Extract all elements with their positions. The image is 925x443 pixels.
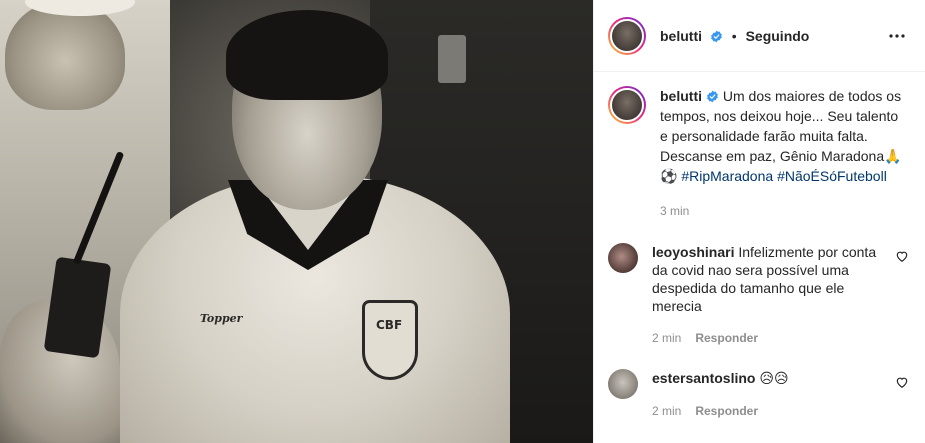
comment-item: estersantoslino 😥😥 2 min Responder bbox=[608, 369, 909, 420]
comment-item: leoyoshinari Infelizmente por conta da c… bbox=[608, 243, 909, 347]
hashtag-link[interactable]: #NãoÉSóFuteboll bbox=[777, 168, 887, 184]
caption-timestamp[interactable]: 3 min bbox=[660, 204, 689, 218]
reply-button[interactable]: Responder bbox=[695, 331, 758, 345]
comment-meta: 2 min Responder bbox=[652, 329, 883, 347]
comment-body: estersantoslino 😥😥 2 min Responder bbox=[652, 369, 895, 420]
header-separator: • bbox=[731, 27, 737, 44]
comment-timestamp[interactable]: 2 min bbox=[652, 331, 681, 345]
more-options-button[interactable] bbox=[885, 24, 909, 48]
verified-badge-icon bbox=[711, 30, 722, 42]
commenter-avatar[interactable] bbox=[608, 369, 638, 399]
comments-list[interactable]: belutti Um dos maiores de todos os tempo… bbox=[594, 72, 925, 443]
comment-text: 😥😥 bbox=[759, 371, 789, 387]
photo-player-hair bbox=[226, 10, 388, 100]
verified-badge-icon bbox=[707, 90, 718, 103]
post-caption: belutti Um dos maiores de todos os tempo… bbox=[608, 86, 909, 221]
photo-jersey-crest bbox=[362, 300, 418, 380]
author-info: belutti • Seguindo bbox=[660, 28, 885, 44]
caption-author-avatar[interactable] bbox=[608, 86, 646, 124]
heart-icon[interactable] bbox=[895, 375, 909, 389]
post-side-panel: belutti • Seguindo belutti Um dos maiore… bbox=[593, 0, 925, 443]
photo-brand-text: Topper bbox=[200, 312, 243, 325]
soccer-ball-icon: ⚽ bbox=[660, 169, 678, 185]
heart-icon[interactable] bbox=[895, 249, 909, 263]
author-username[interactable]: belutti bbox=[660, 28, 702, 44]
post-header: belutti • Seguindo bbox=[594, 0, 925, 72]
more-options-icon bbox=[889, 33, 905, 38]
photo-crest-text: CBF bbox=[376, 318, 403, 332]
post-photo[interactable]: CBF Topper bbox=[0, 0, 593, 443]
reply-button[interactable]: Responder bbox=[695, 404, 758, 418]
comment-timestamp[interactable]: 2 min bbox=[652, 404, 681, 418]
commenter-avatar[interactable] bbox=[608, 243, 638, 273]
caption-body: belutti Um dos maiores de todos os tempo… bbox=[660, 86, 909, 221]
commenter-username[interactable]: leoyoshinari bbox=[652, 244, 734, 260]
caption-author-username[interactable]: belutti bbox=[660, 88, 702, 104]
author-avatar[interactable] bbox=[608, 16, 646, 55]
caption-meta: 3 min bbox=[660, 201, 909, 221]
commenter-username[interactable]: estersantoslino bbox=[652, 370, 755, 386]
following-button[interactable]: Seguindo bbox=[746, 28, 810, 44]
hashtag-link[interactable]: #RipMaradona bbox=[681, 168, 773, 184]
comment-meta: 2 min Responder bbox=[652, 402, 883, 420]
instagram-post: CBF Topper belutti • Seguindo belutti Um… bbox=[0, 0, 925, 443]
photo-officer-epaulette bbox=[438, 35, 466, 83]
comment-body: leoyoshinari Infelizmente por conta da c… bbox=[652, 243, 895, 347]
photo-bystander bbox=[5, 0, 125, 110]
